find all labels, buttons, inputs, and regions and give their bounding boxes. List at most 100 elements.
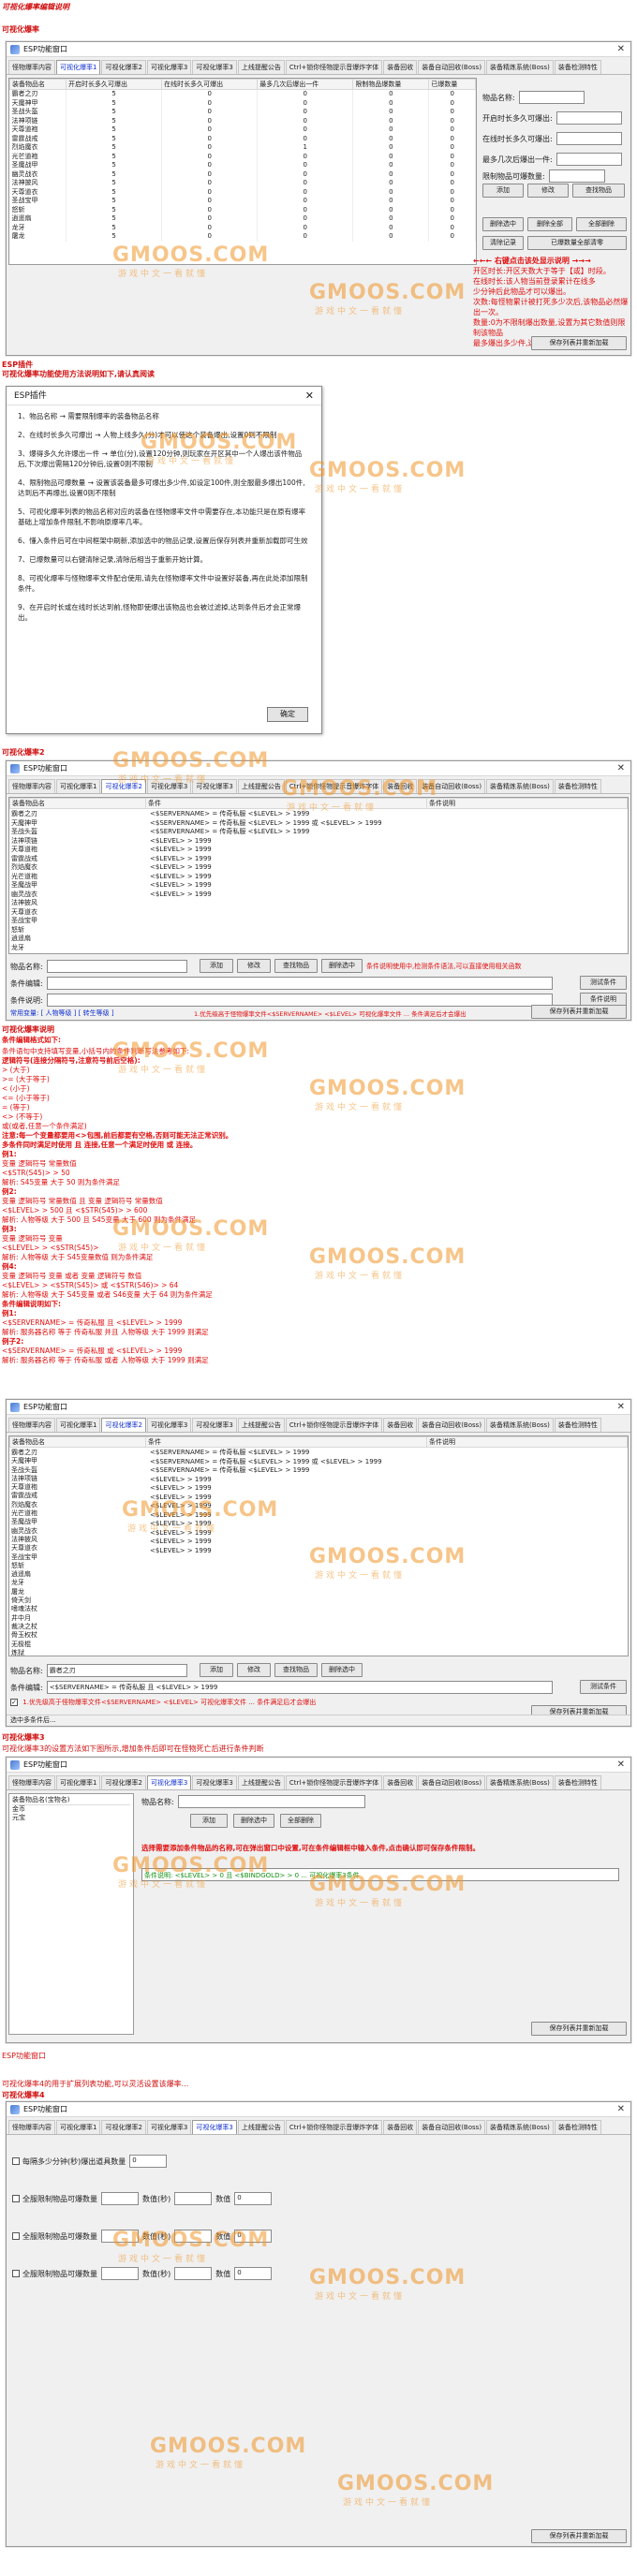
save-reload-button[interactable]: 保存列表并重新加载	[531, 336, 627, 350]
tab-10[interactable]: 装备检测特性	[554, 1418, 601, 1432]
close-icon[interactable]: ✕	[305, 387, 314, 405]
condition-line[interactable]: <$LEVEL> > 1999	[150, 1476, 382, 1485]
list-item[interactable]: 法神披风	[11, 899, 37, 908]
tab-7[interactable]: 装备回收	[383, 779, 418, 793]
tab-2[interactable]: 可视化爆率2	[101, 60, 146, 74]
grid-header-1[interactable]: 开启时长多久可爆出	[66, 79, 163, 90]
test-condition-button[interactable]: 测试条件	[580, 976, 627, 990]
grid-header-4[interactable]: 限制物品爆数量	[352, 79, 430, 90]
tab-4[interactable]: 可视化爆率3	[192, 779, 237, 793]
list-item[interactable]: 烈焰魔衣	[11, 863, 37, 873]
item-name-input[interactable]: 霸者之刃	[46, 1664, 187, 1677]
tab-8[interactable]: 装备自动回收(Boss)	[418, 779, 486, 793]
condition-line[interactable]: <$SERVERNAME> = 传奇私服 <$LEVEL> > 1999	[150, 828, 382, 837]
tab-3[interactable]: 可视化爆率3	[146, 1775, 192, 1789]
clear-record-button[interactable]: 清除记录	[482, 236, 524, 250]
list-item[interactable]: 幽灵战衣	[11, 1527, 37, 1536]
list-item[interactable]: 井中月	[11, 1614, 37, 1623]
grid-header-1[interactable]: 条件	[145, 1436, 427, 1448]
condition-line[interactable]: <$LEVEL> > 1999	[150, 846, 382, 855]
table-row[interactable]: 法神披风 5 0 0 0 0	[9, 179, 476, 188]
limit-checkbox[interactable]	[12, 2270, 20, 2277]
condition-line[interactable]: <$SERVERNAME> = 传奇私服 <$LEVEL> > 1999 或 <…	[150, 1458, 382, 1467]
tab-5[interactable]: 上线提醒公告	[237, 2120, 285, 2134]
limit-input-b[interactable]	[174, 2230, 213, 2243]
item-name-input[interactable]	[46, 960, 187, 973]
list-item[interactable]: 圣魔战甲	[11, 881, 37, 891]
table-row[interactable]: 屠龙 5 0 0 0 0	[9, 232, 476, 242]
list-item[interactable]: 金币	[12, 1805, 130, 1814]
condition-grid[interactable]: 装备物品名 条件 条件说明 霸者之刃 天魔神甲 圣战头盔 法神项链 天尊道袍 雷霆战戒 烈焰魔衣…	[8, 797, 629, 954]
tab-2[interactable]: 可视化爆率2	[101, 1775, 146, 1789]
add-button[interactable]: 添加	[200, 1663, 233, 1677]
condition-line[interactable]: <$LEVEL> > 1999	[150, 891, 382, 900]
tab-7[interactable]: 装备回收	[383, 60, 418, 74]
add-button[interactable]: 添加	[190, 1814, 228, 1828]
limit-value[interactable]: 0	[234, 2267, 273, 2280]
tab-7[interactable]: 装备回收	[383, 1775, 418, 1789]
grid-header-0[interactable]: 装备物品名	[9, 79, 67, 90]
limit-input-a[interactable]	[101, 2267, 139, 2280]
tab-1[interactable]: 可视化爆率1	[56, 779, 101, 793]
grid-header-2[interactable]: 条件说明	[426, 1436, 628, 1448]
tab-0[interactable]: 怪物爆率内容	[8, 1418, 55, 1432]
close-icon[interactable]: ✕	[617, 42, 625, 57]
tab-9[interactable]: 装备精炼系统(Boss)	[486, 60, 554, 74]
tab-6[interactable]: Ctrl+锁你怪物提示音爆炸字体	[285, 1418, 383, 1432]
query-item-button[interactable]: 查找物品	[572, 184, 625, 198]
tab-10[interactable]: 装备检测特性	[554, 60, 601, 74]
list-item[interactable]: 圣战宝甲	[11, 1553, 37, 1562]
table-row[interactable]: 雷霆战戒 5 0 0 0 0	[9, 134, 476, 143]
tab-5[interactable]: 上线提醒公告	[237, 779, 285, 793]
list-item[interactable]: 骨玉权杖	[11, 1631, 37, 1640]
modify-button[interactable]: 修改	[237, 1663, 271, 1677]
tab-9[interactable]: 装备精炼系统(Boss)	[486, 1775, 554, 1789]
save-reload-button[interactable]: 保存列表并重新加载	[531, 1005, 627, 1019]
list-item[interactable]: 怒斩	[11, 1562, 37, 1570]
list-item[interactable]: 光芒道袍	[11, 873, 37, 882]
table-row[interactable]: 圣战头盔 5 0 0 0 0	[9, 108, 476, 117]
table-row[interactable]: 幽灵战衣 5 0 0 0 0	[9, 169, 476, 179]
delete-all-button[interactable]: 删除全部	[527, 217, 572, 231]
item-name-input[interactable]	[177, 1795, 365, 1808]
list-item[interactable]: 天魔神甲	[11, 819, 37, 829]
tab-5[interactable]: 上线提醒公告	[237, 1775, 285, 1789]
tab-7[interactable]: 装备回收	[383, 2120, 418, 2134]
condition-line[interactable]: <$LEVEL> > 1999	[150, 1502, 382, 1511]
list-item[interactable]: 雷霆战戒	[11, 855, 37, 864]
limit-checkbox[interactable]	[12, 2195, 20, 2202]
condition-line[interactable]: <$SERVERNAME> = 传奇私服 <$LEVEL> > 1999	[150, 1466, 382, 1476]
tab-9[interactable]: 装备精炼系统(Boss)	[486, 2120, 554, 2134]
limit-input-a[interactable]	[101, 2192, 139, 2205]
condition-grid[interactable]: 装备物品名 条件 条件说明 霸者之刃 天魔神甲 圣战头盔 法神项链 天尊道袍 雷霆战戒 烈焰魔衣…	[8, 1435, 629, 1656]
table-row[interactable]: 天尊道衣 5 0 0 0 0	[9, 187, 476, 197]
condition-line[interactable]: <$LEVEL> > 1999	[150, 873, 382, 882]
tab-1[interactable]: 可视化爆率1	[56, 60, 101, 74]
table-row[interactable]: 法神项链 5 0 0 0 0	[9, 116, 476, 125]
delete-selected-button[interactable]: 删除选中	[321, 1663, 363, 1677]
list-item[interactable]: 圣战宝甲	[11, 917, 37, 926]
table-row[interactable]: 天尊道袍 5 0 0 0 0	[9, 125, 476, 135]
list-item[interactable]: 法神项链	[11, 837, 37, 846]
item-list[interactable]: 装备物品名(宝物名) 金币 元宝	[8, 1793, 134, 2035]
add-button[interactable]: 添加	[482, 184, 524, 198]
modify-button[interactable]: 修改	[237, 959, 271, 973]
save-reload-button[interactable]: 保存列表并重新加载	[531, 2529, 627, 2543]
condition-line[interactable]: <$LEVEL> > 1999	[150, 1484, 382, 1494]
grid-header-3[interactable]: 最多几次后爆出一件	[257, 79, 354, 90]
close-icon[interactable]: ✕	[617, 2102, 625, 2117]
list-item[interactable]: 天尊道衣	[11, 908, 37, 918]
tab-3[interactable]: 可视化爆率3	[146, 779, 192, 793]
condition-input[interactable]: 条件说明: <$LEVEL> > 0 且 <$BINDGOLD> > 0 ...…	[141, 1868, 619, 1881]
list-item[interactable]: 圣战头盔	[11, 1466, 37, 1475]
list-item[interactable]: 无极棍	[11, 1641, 37, 1649]
condition-line[interactable]: <$SERVERNAME> = 传奇私服 <$LEVEL> > 1999	[150, 1449, 382, 1458]
tab-9[interactable]: 装备精炼系统(Boss)	[486, 1418, 554, 1432]
tab-0[interactable]: 怪物爆率内容	[8, 60, 55, 74]
condition-line[interactable]: <$LEVEL> > 1999	[150, 1529, 382, 1538]
condition-line[interactable]: <$LEVEL> > 1999	[150, 837, 382, 846]
tab-6[interactable]: Ctrl+锁你怪物提示音爆炸字体	[285, 2120, 383, 2134]
full-delete-button[interactable]: 全部删除	[576, 217, 627, 231]
list-item[interactable]: 倚天剑	[11, 1597, 37, 1605]
tab-3[interactable]: 可视化爆率3	[146, 60, 192, 74]
